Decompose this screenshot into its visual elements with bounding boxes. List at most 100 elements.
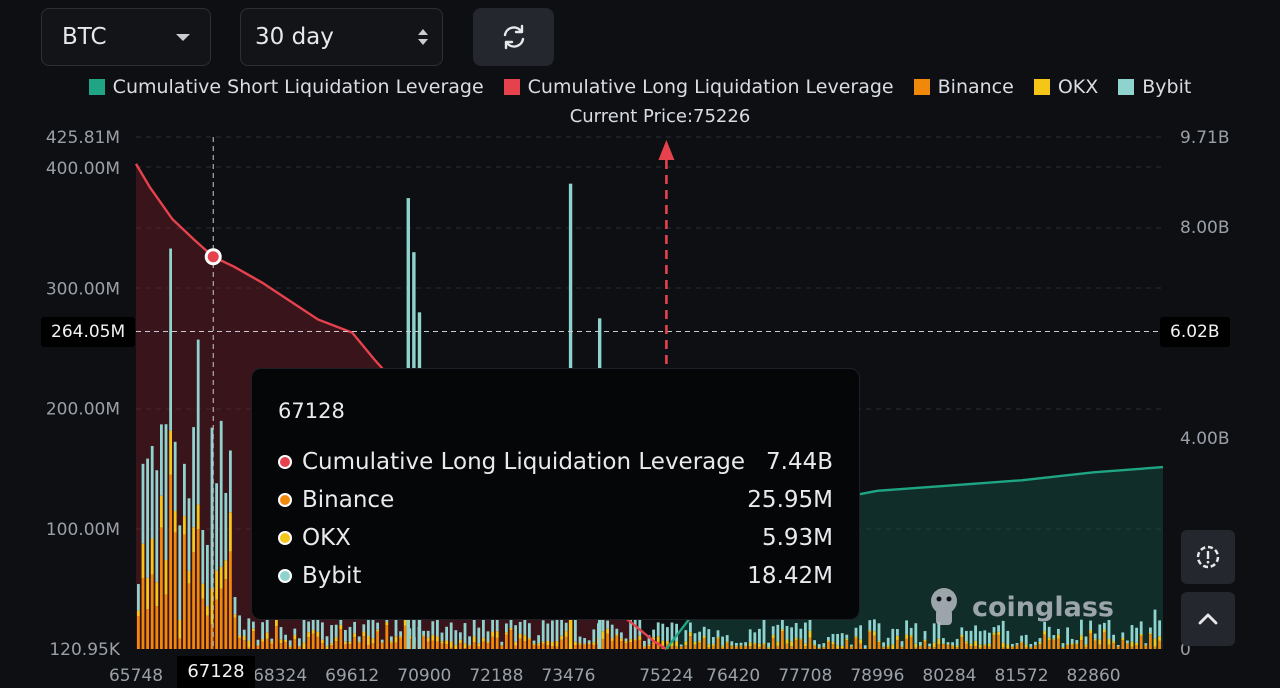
bybit-bar (422, 630, 425, 636)
binance-bar (403, 625, 407, 649)
binance-bar (845, 640, 849, 649)
binance-bar (555, 646, 559, 649)
okx-bar (840, 645, 844, 649)
binance-bar (624, 643, 628, 649)
bybit-bar (831, 633, 835, 642)
okx-bar (311, 630, 315, 634)
x-axis-tick-label: 65748 (109, 666, 163, 686)
bybit-bar (868, 620, 872, 631)
binance-bar (873, 635, 876, 649)
bybit-bar (1052, 635, 1056, 639)
okx-bar (1011, 646, 1014, 648)
okx-bar (965, 641, 968, 644)
alert-settings-button[interactable] (1181, 530, 1235, 584)
binance-bar (859, 643, 862, 649)
binance-bar (514, 645, 517, 649)
binance-bar (505, 634, 508, 649)
okx-bar (946, 644, 950, 646)
bybit-bar (624, 638, 628, 642)
binance-bar (578, 644, 582, 649)
bybit-bar (229, 450, 232, 513)
bybit-bar (454, 630, 458, 645)
tooltip-label: Cumulative Long Liquidation Leverage (302, 449, 746, 475)
okx-bar (978, 644, 982, 648)
bybit-bar (712, 637, 715, 644)
bybit-bar (426, 630, 430, 638)
bybit-bar (1070, 638, 1074, 644)
left-axis-tick-label: 425.81M (46, 128, 120, 148)
bybit-bar (555, 620, 559, 642)
bybit-bar (252, 621, 255, 629)
binance-bar (1130, 646, 1134, 649)
okx-bar (716, 637, 720, 639)
okx-bar (514, 641, 517, 646)
bybit-bar (325, 636, 329, 647)
okx-bar (785, 639, 789, 644)
bybit-bar (863, 645, 867, 649)
okx-bar (886, 645, 890, 648)
okx-bar (367, 635, 370, 645)
scroll-to-top-button[interactable] (1181, 592, 1235, 646)
binance-bar (748, 646, 752, 649)
bybit-bar (909, 627, 913, 636)
left-axis-tick-label: 200.00M (46, 400, 120, 420)
bybit-bar (528, 623, 531, 639)
bybit-bar (311, 618, 315, 631)
bybit-bar (850, 644, 853, 647)
binance-bar (900, 647, 904, 649)
okx-bar (854, 636, 858, 638)
binance-bar (992, 634, 996, 649)
binance-bar (969, 646, 973, 649)
bybit-bar (1006, 630, 1010, 645)
okx-bar (183, 516, 186, 535)
okx-bar (1061, 646, 1065, 648)
binance-bar (735, 646, 738, 649)
bybit-bar (362, 624, 366, 632)
bybit-bar (610, 624, 614, 639)
binance-bar (1084, 646, 1088, 649)
okx-bar (624, 641, 628, 644)
bybit-bar (334, 624, 338, 638)
okx-bar (1006, 644, 1010, 649)
tooltip-value: 25.95M (747, 487, 833, 513)
binance-bar (836, 648, 839, 649)
okx-bar (459, 639, 462, 644)
binance-bar (472, 642, 476, 649)
bybit-bar (477, 627, 481, 644)
binance-bar (965, 643, 968, 649)
bybit-bar (776, 624, 780, 642)
binance-bar (610, 640, 614, 649)
okx-bar (1057, 634, 1060, 639)
bybit-bar (206, 544, 209, 607)
binance-bar (1098, 644, 1102, 649)
bybit-bar (905, 620, 908, 635)
binance-bar (955, 647, 959, 649)
binance-bar (385, 625, 389, 649)
bybit-bar (321, 622, 324, 640)
bybit-bar (587, 640, 591, 643)
okx-bar (482, 637, 485, 642)
binance-bar (675, 646, 678, 649)
okx-bar (739, 645, 743, 646)
okx-bar (1149, 632, 1152, 635)
binance-bar (288, 647, 292, 649)
binance-bar (183, 534, 186, 649)
bybit-bar (537, 635, 540, 644)
binance-bar (1093, 640, 1097, 649)
okx-bar (1093, 638, 1097, 641)
binance-bar (321, 643, 324, 649)
bybit-bar (1153, 609, 1157, 639)
binance-bar (316, 636, 320, 649)
binance-bar (247, 647, 251, 649)
okx-bar (868, 630, 872, 632)
bybit-bar (279, 627, 283, 640)
bybit-bar (574, 616, 577, 642)
binance-bar (224, 579, 228, 649)
okx-bar (647, 644, 651, 647)
binance-bar (919, 646, 922, 649)
binance-bar (242, 640, 246, 649)
x-axis-tick-label: 77708 (778, 666, 832, 686)
okx-bar (896, 635, 899, 640)
okx-bar (629, 639, 632, 643)
binance-bar (693, 644, 697, 649)
